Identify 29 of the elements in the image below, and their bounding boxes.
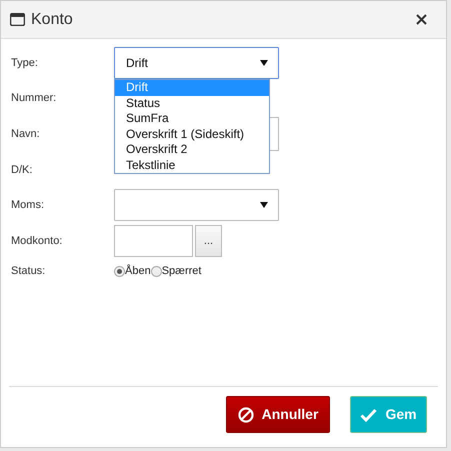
field-label: Navn: [11,126,41,142]
select-field[interactable]: Drift [114,47,279,79]
field-label: Status: [11,264,46,279]
close-icon[interactable] [416,14,427,25]
field-label: Modkonto: [11,234,64,249]
select-field[interactable] [114,189,279,221]
checkmark-icon [360,408,378,422]
cancel-button[interactable]: Annuller [226,396,330,433]
radio-button[interactable] [150,266,162,276]
dropdown-arrow-icon [260,60,268,66]
radio-label: Spærret [162,264,202,279]
radio-button[interactable] [114,266,125,276]
dropdown-option[interactable]: Tekstlinie [115,158,269,173]
text-field[interactable] [114,225,193,257]
field-label: Type: [11,56,39,71]
window-title: Konto [31,10,73,30]
prohibited-icon [238,406,254,422]
dropdown-option[interactable]: SumFra [115,111,269,126]
field-label: Nummer: [11,90,58,106]
dropdown-option[interactable]: Overskrift 1 (Sideskift) [115,126,269,142]
window-icon [10,13,25,26]
select-value: Drift [126,55,148,72]
dropdown-arrow-icon [260,202,268,208]
field-label: D/K: [11,162,34,178]
dropdown-option[interactable]: Status [115,96,269,111]
field-label: Moms: [11,198,45,213]
radio-label: Åben [125,263,151,279]
dropdown-option[interactable]: Overskrift 2 [115,142,269,158]
browse-button[interactable]: ... [195,225,222,257]
